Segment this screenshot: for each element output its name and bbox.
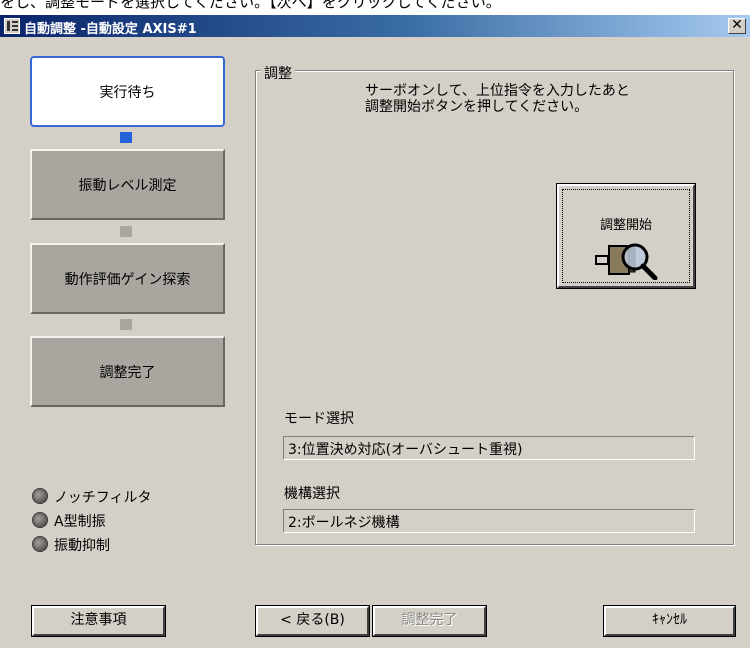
notes-button[interactable]: 注意事項 — [32, 606, 165, 636]
step-label: 動作評価ゲイン探索 — [64, 271, 191, 288]
background-window-text-content: をし、調整モードを選択してください。【次へ】をクリックしてください。 — [0, 0, 501, 11]
instruction-text: サーボオンして、上位指令を入力したあと 調整開始ボタンを押してください。 — [365, 83, 705, 115]
tuning-group-legend: 調整 — [261, 63, 295, 83]
a-type-damping-led-icon — [32, 512, 48, 528]
step-connector — [120, 319, 132, 330]
instruction-line-1: サーボオンして、上位指令を入力したあと — [365, 83, 630, 99]
start-tuning-button[interactable]: 調整開始 — [557, 184, 695, 288]
start-tuning-label: 調整開始 — [599, 218, 652, 233]
back-button[interactable]: < 戻る(B) — [256, 606, 369, 636]
step-gain-search: 動作評価ゲイン探索 — [30, 243, 225, 314]
instruction-line-2: 調整開始ボタンを押してください。 — [365, 99, 589, 115]
magnifier-motor-icon — [595, 243, 658, 280]
close-button[interactable]: ✕ — [728, 18, 746, 34]
step-waiting: 実行待ち — [30, 56, 225, 127]
title-bar[interactable]: 自動調整 -自動設定 AXIS#1 ✕ — [0, 15, 750, 37]
tuning-group-box — [255, 70, 734, 545]
vibration-suppression-label: 振動抑制 — [54, 538, 110, 554]
step-label: 実行待ち — [99, 84, 156, 101]
step-complete: 調整完了 — [30, 336, 225, 407]
background-window-text: をし、調整モードを選択してください。【次へ】をクリックしてください。 — [0, 0, 750, 15]
mode-select-label: モード選択 — [284, 411, 354, 427]
app-icon — [4, 18, 20, 34]
mechanism-select-label: 機構選択 — [284, 486, 340, 502]
vibration-suppression-led-icon — [32, 536, 48, 552]
a-type-damping-label: A型制振 — [54, 514, 106, 530]
step-connector-active — [120, 132, 132, 143]
auto-tuning-dialog: 自動調整 -自動設定 AXIS#1 ✕ 実行待ち 振動レベル測定 動作評価ゲイン… — [0, 15, 750, 648]
cancel-button[interactable]: ｷｬﾝｾﾙ — [604, 606, 735, 636]
step-connector — [120, 226, 132, 237]
step-vibration-measure: 振動レベル測定 — [30, 149, 225, 220]
mode-select-field: 3:位置決め対応(オーバシュート重視) — [283, 436, 695, 460]
notch-filter-label: ノッチフィルタ — [54, 490, 152, 506]
notch-filter-led-icon — [32, 488, 48, 504]
mechanism-select-field: 2:ボールネジ機構 — [283, 509, 695, 533]
window-title: 自動調整 -自動設定 AXIS#1 — [24, 22, 197, 37]
step-label: 調整完了 — [99, 364, 156, 381]
step-label: 振動レベル測定 — [78, 177, 177, 194]
finish-button: 調整完了 — [373, 606, 486, 636]
